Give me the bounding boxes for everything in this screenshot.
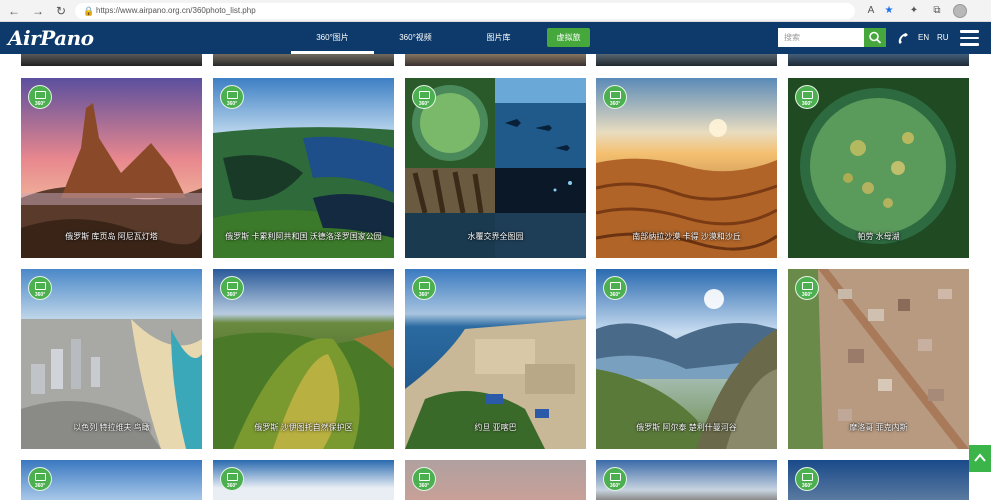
photo-card[interactable]: 360° 俄罗斯 库页岛 阿尼瓦灯塔 — [21, 78, 202, 258]
refresh-icon[interactable]: ↻ — [53, 3, 69, 19]
photo-card-partial[interactable]: 360° — [213, 460, 394, 500]
arrow-up-icon — [974, 453, 986, 462]
360-badge-icon: 360° — [220, 467, 244, 491]
photo-card-partial[interactable]: 360° — [596, 460, 777, 500]
photo-card-partial[interactable]: 360° — [21, 460, 202, 500]
site-header: AirPano 360°图片 360°视频 图片库 虚拟旅 EN RU — [0, 22, 991, 54]
photo-grid: 360° 俄罗斯 库页岛 阿尼瓦灯塔 360° 俄罗斯 卡累利阿共和国 沃德洛泽… — [0, 54, 991, 500]
photo-card-partial[interactable] — [405, 54, 586, 66]
phone-icon[interactable] — [896, 31, 910, 45]
photo-card-partial[interactable]: 360° — [405, 460, 586, 500]
photo-card[interactable]: 360° 南部纳拉沙漠 卡得 沙漠和沙丘 — [596, 78, 777, 258]
photo-caption: 俄罗斯 库页岛 阿尼瓦灯塔 — [65, 232, 158, 241]
browser-toolbar: ← → ↻ 🔒 https://www.airpano.org.cn/360ph… — [0, 0, 991, 22]
nav-360-videos[interactable]: 360°视频 — [374, 22, 457, 54]
photo-card[interactable]: 360° 俄罗斯 阿尔泰 楚利什曼河谷 — [596, 269, 777, 449]
photo-caption: 俄罗斯 沙伊图托自然保护区 — [254, 423, 353, 432]
photo-card-partial[interactable] — [788, 54, 969, 66]
read-aloud-icon[interactable]: A — [863, 3, 879, 19]
360-badge-icon: 360° — [603, 85, 627, 109]
360-badge-icon: 360° — [795, 467, 819, 491]
photo-card-partial[interactable]: 360° — [788, 460, 969, 500]
site-logo[interactable]: AirPano — [8, 25, 94, 51]
360-badge-icon: 360° — [28, 85, 52, 109]
360-badge-icon: 360° — [412, 276, 436, 300]
photo-caption: 摩洛哥 菲克内斯 — [849, 423, 908, 432]
360-badge-icon: 360° — [220, 276, 244, 300]
photo-caption: 帕劳 水母湖 — [857, 232, 900, 241]
collections-icon[interactable]: ⧉ — [929, 3, 945, 19]
photo-caption: 俄罗斯 卡累利阿共和国 沃德洛泽罗国家公园 — [225, 232, 382, 241]
photo-card[interactable]: 360° 约旦 亚喀巴 — [405, 269, 586, 449]
hamburger-menu-icon[interactable] — [960, 30, 979, 46]
photo-card-partial[interactable] — [21, 54, 202, 66]
photo-card[interactable]: 360° 俄罗斯 沙伊图托自然保护区 — [213, 269, 394, 449]
search-button[interactable] — [864, 28, 886, 47]
lang-en[interactable]: EN — [918, 22, 929, 54]
360-badge-icon: 360° — [412, 85, 436, 109]
search-icon — [869, 31, 882, 44]
lock-icon[interactable]: 🔒 — [83, 3, 94, 19]
photo-card[interactable]: 360° 以色列 特拉维夫 鸟瞰 — [21, 269, 202, 449]
back-icon[interactable]: ← — [6, 3, 22, 19]
360-badge-icon: 360° — [795, 85, 819, 109]
url-text[interactable]: https://www.airpano.org.cn/360photo_list… — [96, 3, 256, 19]
photo-caption: 俄罗斯 阿尔泰 楚利什曼河谷 — [636, 423, 737, 432]
forward-icon[interactable]: → — [30, 3, 46, 19]
photo-card[interactable]: 360° 俄罗斯 卡累利阿共和国 沃德洛泽罗国家公园 — [213, 78, 394, 258]
360-badge-icon: 360° — [220, 85, 244, 109]
360-badge-icon: 360° — [28, 276, 52, 300]
photo-card[interactable]: 360° 水覆交界全图园 — [405, 78, 586, 258]
nav-360-photos[interactable]: 360°图片 — [291, 22, 374, 54]
photo-caption: 以色列 特拉维夫 鸟瞰 — [73, 423, 150, 432]
profile-avatar[interactable] — [953, 4, 967, 18]
favorite-star-icon[interactable]: ★ — [881, 3, 897, 19]
photo-caption: 南部纳拉沙漠 卡得 沙漠和沙丘 — [632, 232, 741, 241]
360-badge-icon: 360° — [412, 467, 436, 491]
photo-card[interactable]: 360° 摩洛哥 菲克内斯 — [788, 269, 969, 449]
virtual-tour-button[interactable]: 虚拟旅 — [547, 28, 590, 47]
photo-card[interactable]: 360° 帕劳 水母湖 — [788, 78, 969, 258]
photo-card-partial[interactable] — [596, 54, 777, 66]
photo-card-partial[interactable] — [213, 54, 394, 66]
360-badge-icon: 360° — [795, 276, 819, 300]
lang-ru[interactable]: RU — [937, 22, 949, 54]
extensions-icon[interactable]: ✦ — [906, 3, 922, 19]
scroll-to-top-button[interactable] — [969, 445, 991, 472]
photo-caption: 水覆交界全图园 — [467, 232, 524, 241]
photo-caption: 约旦 亚喀巴 — [474, 423, 517, 432]
360-badge-icon: 360° — [28, 467, 52, 491]
360-badge-icon: 360° — [603, 467, 627, 491]
360-badge-icon: 360° — [603, 276, 627, 300]
search-input[interactable] — [778, 28, 864, 47]
nav-gallery[interactable]: 图片库 — [457, 22, 540, 54]
